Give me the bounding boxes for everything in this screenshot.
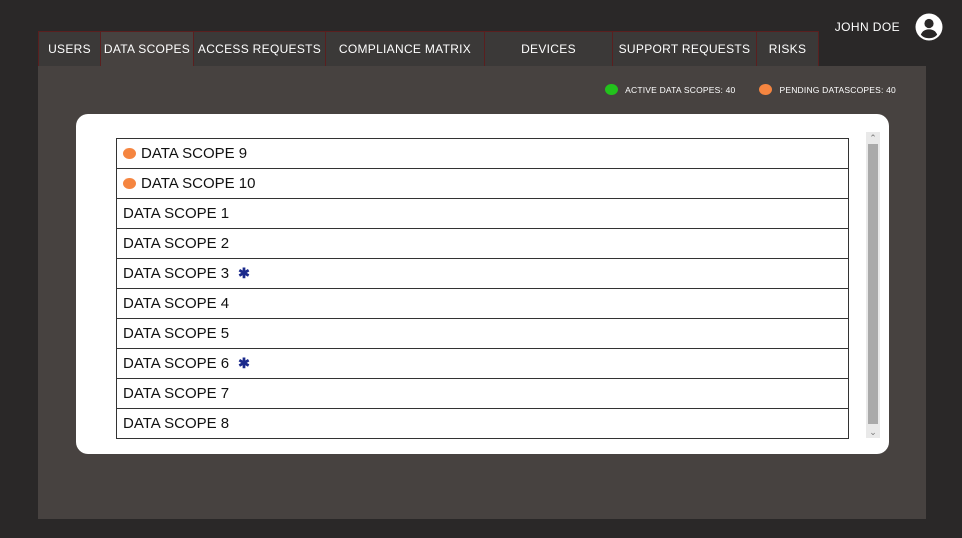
list-item-label: DATA SCOPE 3 — [123, 265, 230, 282]
list-item-label: DATA SCOPE 10 — [141, 175, 256, 192]
list-item-label: DATA SCOPE 8 — [123, 415, 230, 432]
tab-users[interactable]: USERS — [38, 31, 101, 66]
user-name: JOHN DOE — [834, 20, 900, 34]
pending-status-dot-icon — [123, 178, 136, 189]
legend-active-label: ACTIVE DATA SCOPES: 40 — [625, 84, 736, 95]
list-item[interactable]: DATA SCOPE 5 — [117, 319, 848, 349]
list-item[interactable]: DATA SCOPE 9 — [117, 139, 848, 169]
list-item[interactable]: DATA SCOPE 2 — [117, 229, 848, 259]
list-item[interactable]: DATA SCOPE 8 — [117, 409, 848, 439]
main-tabs: USERS DATA SCOPES ACCESS REQUESTS COMPLI… — [38, 31, 819, 66]
list-item-label: DATA SCOPE 6 — [123, 355, 230, 372]
list-item[interactable]: DATA SCOPE 4 — [117, 289, 848, 319]
asterisk-icon: ✱ — [238, 265, 250, 281]
legend-pending-label: PENDING DATASCOPES: 40 — [779, 84, 896, 95]
scroll-up-icon[interactable]: ⌃ — [866, 132, 880, 144]
tab-devices[interactable]: DEVICES — [484, 31, 613, 66]
tab-data-scopes[interactable]: DATA SCOPES — [100, 31, 194, 66]
legend-active: ACTIVE DATA SCOPES: 40 — [605, 84, 735, 95]
list-item-label: DATA SCOPE 5 — [123, 325, 230, 342]
scrollbar-thumb[interactable] — [868, 144, 878, 424]
list-item-label: DATA SCOPE 4 — [123, 295, 230, 312]
list-item[interactable]: DATA SCOPE 1 — [117, 199, 848, 229]
list-item[interactable]: DATA SCOPE 10 — [117, 169, 848, 199]
asterisk-icon: ✱ — [238, 355, 250, 371]
list-item[interactable]: DATA SCOPE 7 — [117, 379, 848, 409]
legend-pending: PENDING DATASCOPES: 40 — [759, 84, 896, 95]
list-item-label: DATA SCOPE 7 — [123, 385, 230, 402]
tab-compliance-matrix[interactable]: COMPLIANCE MATRIX — [325, 31, 485, 66]
list-item[interactable]: DATA SCOPE 3 ✱ — [117, 259, 848, 289]
status-legend: ACTIVE DATA SCOPES: 40 PENDING DATASCOPE… — [605, 84, 896, 95]
data-scope-list: DATA SCOPE 9 DATA SCOPE 10 DATA SCOPE 1 DAT… — [116, 138, 849, 439]
tab-access-requests[interactable]: ACCESS REQUESTS — [193, 31, 326, 66]
active-status-dot-icon — [605, 84, 619, 95]
data-scope-list-card: DATA SCOPE 9 DATA SCOPE 10 DATA SCOPE 1 DAT… — [76, 114, 889, 454]
data-scopes-panel: ACTIVE DATA SCOPES: 40 PENDING DATASCOPE… — [38, 66, 926, 519]
list-scrollbar[interactable]: ⌃ ⌄ — [866, 132, 880, 438]
tab-risks[interactable]: RISKS — [756, 31, 819, 66]
list-item-label: DATA SCOPE 9 — [141, 145, 248, 162]
list-item-label: DATA SCOPE 1 — [123, 205, 230, 222]
user-menu[interactable]: JOHN DOE — [835, 12, 944, 42]
tab-support-requests[interactable]: SUPPORT REQUESTS — [612, 31, 757, 66]
account-circle-icon[interactable] — [914, 12, 944, 42]
list-item-label: DATA SCOPE 2 — [123, 235, 230, 252]
scroll-down-icon[interactable]: ⌄ — [866, 426, 880, 438]
pending-status-dot-icon — [123, 148, 136, 159]
list-item[interactable]: DATA SCOPE 6 ✱ — [117, 349, 848, 379]
pending-status-dot-icon — [759, 84, 773, 95]
